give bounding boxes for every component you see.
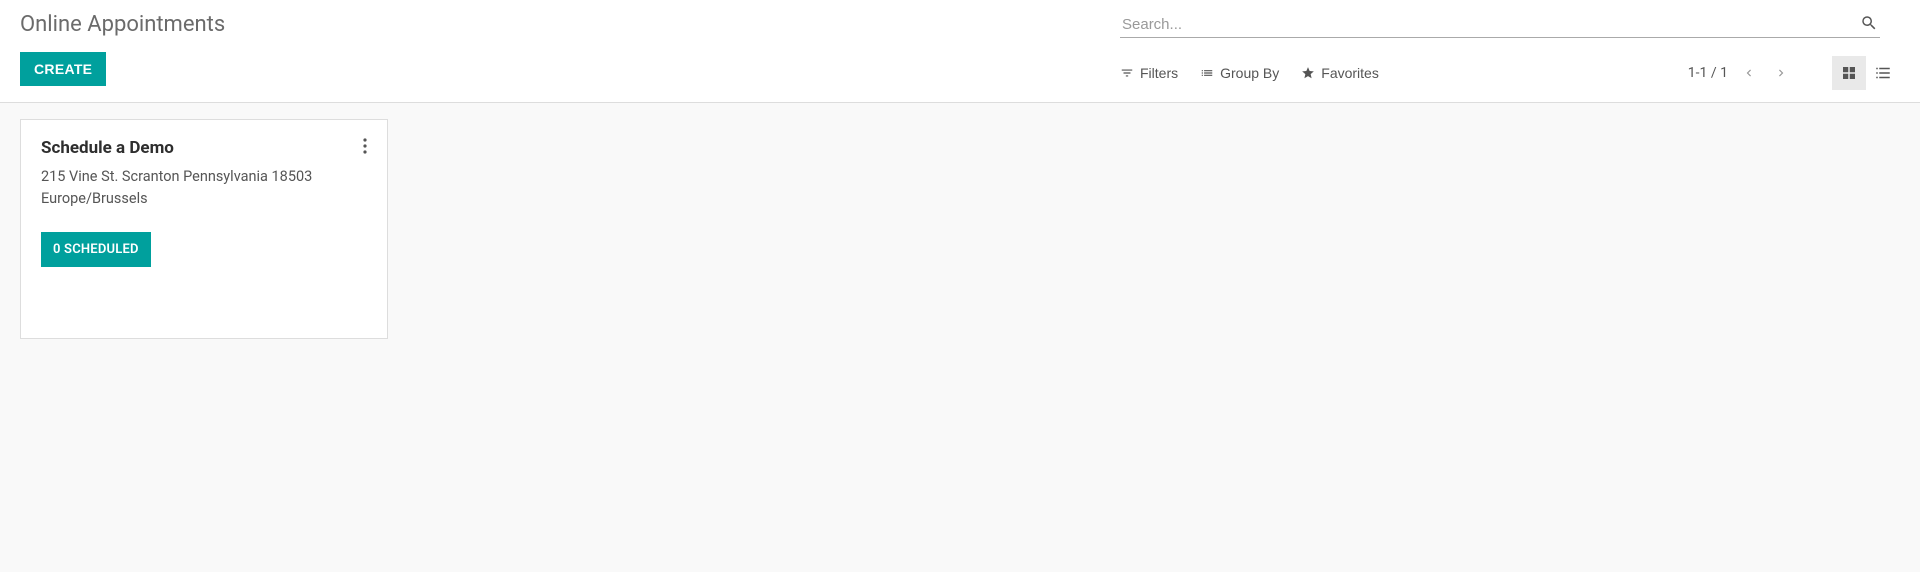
pager-range: 1-1 / 1 [1688,65,1728,81]
pager-group: 1-1 / 1 [1688,56,1900,90]
favorites-label: Favorites [1321,65,1379,81]
scheduled-badge[interactable]: 0 SCHEDULED [41,232,151,267]
view-switch [1832,56,1900,90]
appointment-card[interactable]: Schedule a Demo 215 Vine St. Scranton Pe… [20,119,388,339]
card-menu-button[interactable] [357,136,373,156]
star-icon [1301,66,1315,80]
top-bar: Online Appointments CREATE Filters Gr [0,0,1920,103]
list-lines-icon [1874,64,1892,82]
filters-button[interactable]: Filters [1120,63,1178,83]
kebab-icon [363,138,367,154]
card-location: 215 Vine St. Scranton Pennsylvania 18503 [41,166,367,188]
content-area: Schedule a Demo 215 Vine St. Scranton Pe… [0,103,1920,355]
groupby-label: Group By [1220,65,1279,81]
search-icon[interactable] [1860,14,1878,32]
chevron-right-icon [1774,66,1788,80]
grid-icon [1840,64,1858,82]
card-title: Schedule a Demo [41,138,367,158]
filter-group: Filters Group By Favorites [1120,63,1379,83]
chevron-left-icon [1742,66,1756,80]
search-wrap [1120,12,1880,38]
filters-label: Filters [1140,65,1178,81]
list-icon [1200,66,1214,80]
page-title: Online Appointments [20,12,225,37]
card-timezone: Europe/Brussels [41,188,367,210]
create-button[interactable]: CREATE [20,52,106,86]
kanban-view-button[interactable] [1832,56,1866,90]
list-view-button[interactable] [1866,56,1900,90]
groupby-button[interactable]: Group By [1200,63,1279,83]
search-input[interactable] [1120,12,1880,38]
pager-next-button[interactable] [1770,62,1792,84]
funnel-icon [1120,66,1134,80]
pager-prev-button[interactable] [1738,62,1760,84]
favorites-button[interactable]: Favorites [1301,63,1379,83]
